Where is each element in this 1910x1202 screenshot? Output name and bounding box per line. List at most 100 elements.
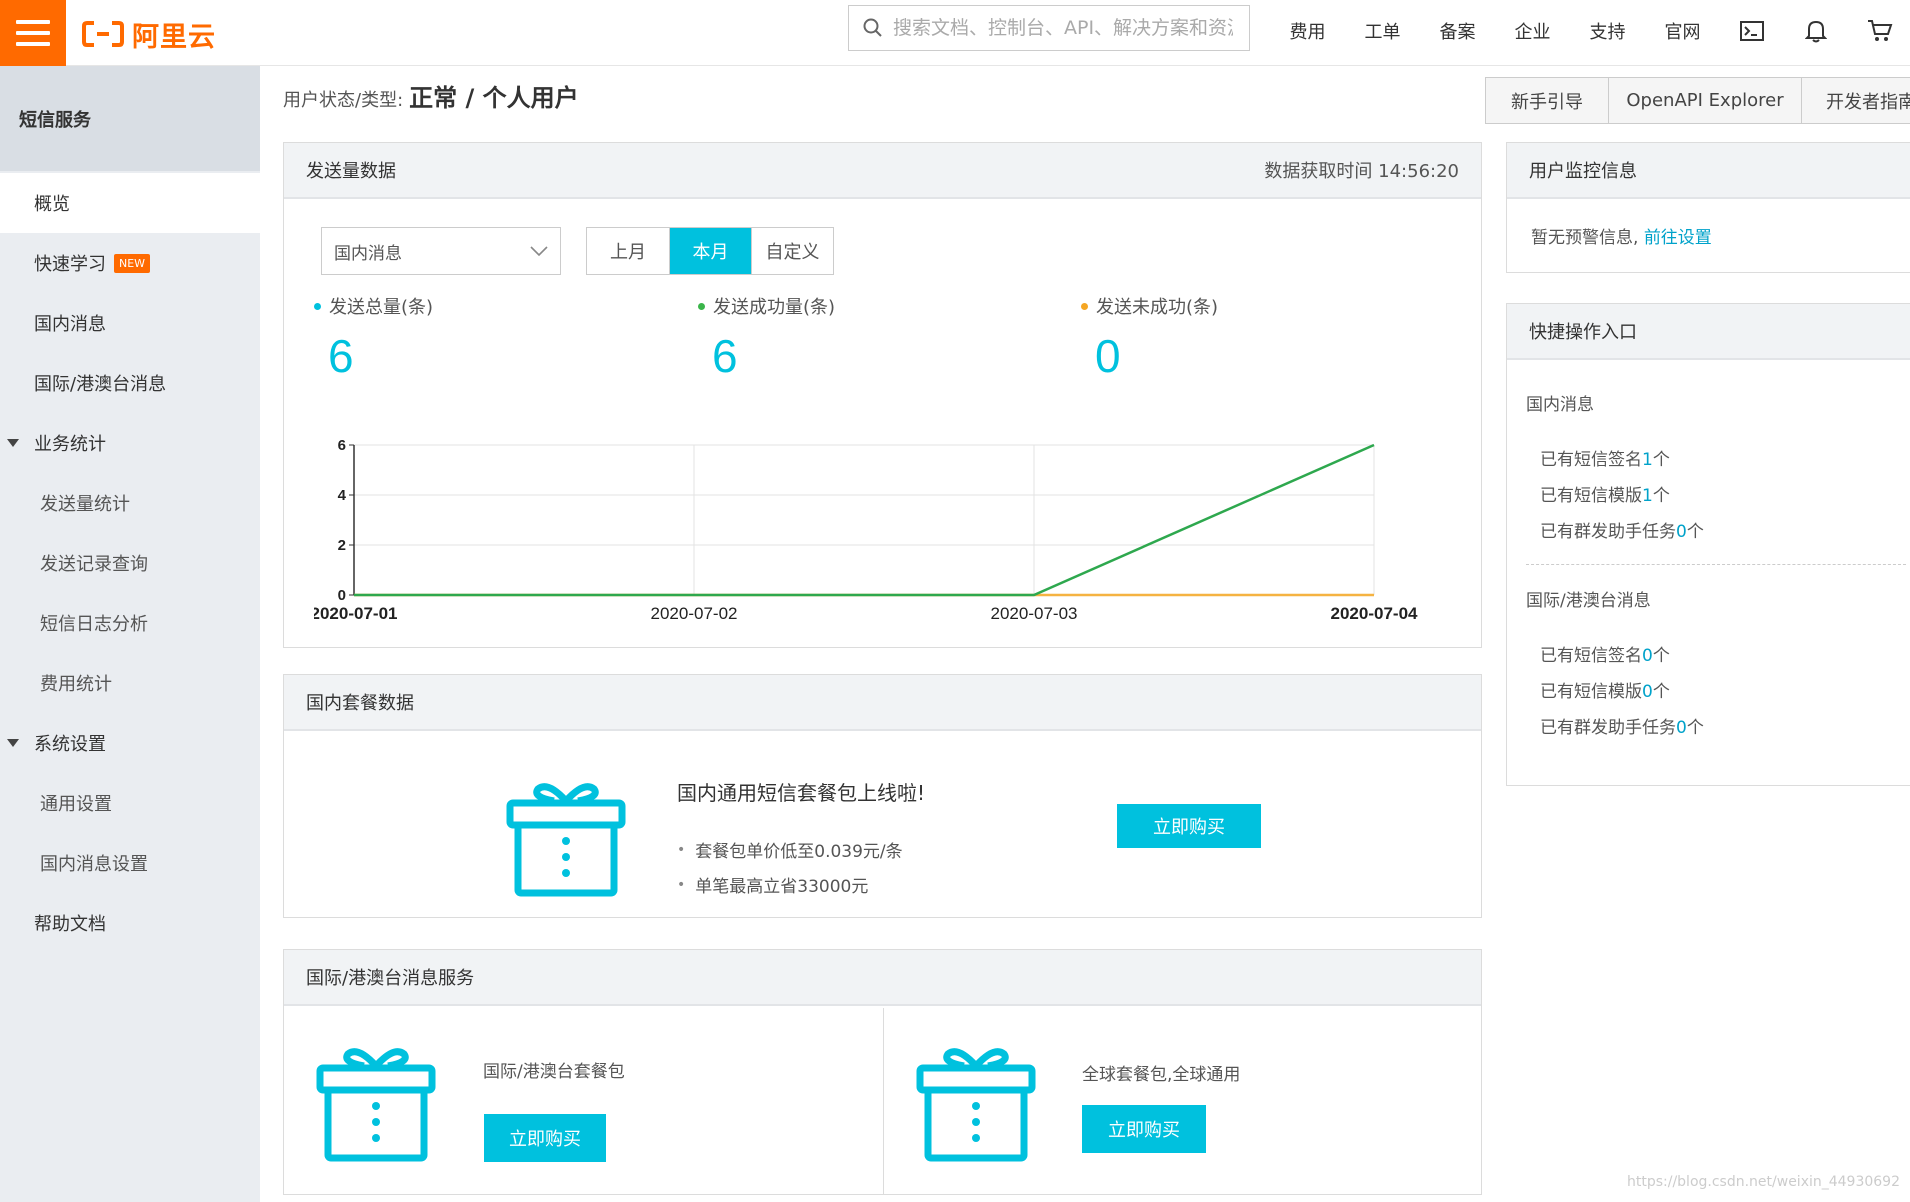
sidebar-group-settings[interactable]: 系统设置 <box>0 713 260 773</box>
goto-settings-link[interactable]: 前往设置 <box>1644 228 1712 248</box>
stat-success: 发送成功量(条) 6 <box>698 293 835 383</box>
nav-support[interactable]: 支持 <box>1570 18 1645 44</box>
y-tick-label: 4 <box>338 487 347 504</box>
new-badge: NEW <box>114 253 151 273</box>
logo[interactable]: 阿里云 <box>82 14 216 54</box>
search-icon <box>863 18 882 37</box>
sidebar-item-label: 通用设置 <box>40 794 112 815</box>
bell-icon[interactable] <box>1784 19 1848 43</box>
sidebar-item-overview[interactable]: 概览 <box>0 173 260 233</box>
sidebar-item-fee-stats[interactable]: 费用统计 <box>0 653 260 713</box>
y-tick-label: 2 <box>338 537 346 554</box>
card-divider <box>883 1008 884 1194</box>
sidebar-item-label: 发送记录查询 <box>40 554 148 575</box>
guide-buttons: 新手引导 OpenAPI Explorer 开发者指南 <box>1485 77 1910 124</box>
domestic-buy-button[interactable]: 立即购买 <box>1117 804 1261 848</box>
gift-icon <box>506 783 626 897</box>
send-volume-title: 发送量数据 <box>306 161 396 182</box>
segment-last-month[interactable]: 上月 <box>587 228 669 274</box>
quick-line-text: 已有群发助手任务 <box>1540 718 1676 738</box>
gift-icon <box>316 1048 436 1162</box>
monitor-text: 暂无预警信息, <box>1531 228 1639 248</box>
sidebar-item-label: 概览 <box>34 194 70 215</box>
x-tick-label: 2020-07-02 <box>651 604 738 623</box>
quick-line-count: 0 <box>1676 522 1687 542</box>
sidebar-item-help-docs[interactable]: 帮助文档 <box>0 893 260 953</box>
quick-intl-tasks[interactable]: 已有群发助手任务0个 <box>1540 713 1704 738</box>
international-service-title: 国际/港澳台消息服务 <box>306 968 475 989</box>
search-input[interactable] <box>893 17 1233 39</box>
legend-dot <box>1081 302 1088 310</box>
message-type-value: 国内消息 <box>334 243 402 264</box>
quick-line-text: 已有群发助手任务 <box>1540 522 1676 542</box>
nav-official-site[interactable]: 官网 <box>1645 18 1720 44</box>
nav-icp[interactable]: 备案 <box>1420 18 1495 44</box>
send-volume-panel: 发送量数据 数据获取时间 14:56:20 国内消息 上月 本月 自定义 发送总… <box>283 142 1482 648</box>
sidebar-item-label: 国内消息设置 <box>40 854 148 875</box>
gift-icon <box>916 1048 1036 1162</box>
monitor-text-row: 暂无预警信息, 前往设置 <box>1531 223 1712 248</box>
domestic-package-header: 国内套餐数据 <box>284 675 1481 731</box>
global-package-label: 全球套餐包,全球通用 <box>1082 1065 1241 1085</box>
sidebar-item-quick-learn[interactable]: 快速学习 NEW <box>0 233 260 293</box>
segment-custom[interactable]: 自定义 <box>751 228 833 274</box>
monitor-title: 用户监控信息 <box>1529 161 1637 182</box>
segment-this-month[interactable]: 本月 <box>669 228 751 274</box>
sidebar-item-domestic[interactable]: 国内消息 <box>0 293 260 353</box>
top-nav: 费用 工单 备案 企业 支持 官网 <box>1270 0 1910 62</box>
sidebar-item-domestic-settings[interactable]: 国内消息设置 <box>0 833 260 893</box>
nav-fees[interactable]: 费用 <box>1270 18 1345 44</box>
nav-enterprise[interactable]: 企业 <box>1495 18 1570 44</box>
sidebar-item-label: 业务统计 <box>34 434 106 455</box>
beginner-guide-button[interactable]: 新手引导 <box>1485 77 1609 124</box>
stat-failed-label: 发送未成功(条) <box>1096 297 1219 318</box>
sidebar-item-label: 帮助文档 <box>34 914 106 935</box>
sidebar-item-label: 费用统计 <box>40 674 112 695</box>
openapi-explorer-button[interactable]: OpenAPI Explorer <box>1608 77 1802 124</box>
global-buy-button[interactable]: 立即购买 <box>1082 1105 1206 1153</box>
period-segment: 上月 本月 自定义 <box>586 227 834 275</box>
sidebar-item-label: 系统设置 <box>34 734 106 755</box>
sidebar-item-international[interactable]: 国际/港澳台消息 <box>0 353 260 413</box>
quick-line-count: 0 <box>1642 682 1653 702</box>
terminal-icon[interactable] <box>1720 21 1784 41</box>
watermark: https://blog.csdn.net/weixin_44930692 <box>1626 1174 1900 1190</box>
message-type-select[interactable]: 国内消息 <box>321 227 561 275</box>
quick-divider <box>1526 564 1906 565</box>
quick-domestic-tasks[interactable]: 已有群发助手任务0个 <box>1540 517 1704 542</box>
sidebar-item-send-records[interactable]: 发送记录查询 <box>0 533 260 593</box>
user-status-label: 用户状态/类型: <box>283 90 404 111</box>
fetch-time: 数据获取时间 14:56:20 <box>1264 161 1459 182</box>
quick-domestic-templates[interactable]: 已有短信模版1个 <box>1540 481 1670 506</box>
quick-domestic-signatures[interactable]: 已有短信签名1个 <box>1540 445 1670 470</box>
sidebar-item-label: 国内消息 <box>34 314 106 335</box>
x-tick-label: 2020-07-03 <box>991 604 1078 623</box>
y-tick-label: 0 <box>338 587 346 604</box>
domestic-package-panel: 国内套餐数据 国内通用短信套餐包上线啦! 套餐包单价低至0.039元/条 单笔最… <box>283 674 1482 918</box>
menu-icon[interactable] <box>0 0 66 66</box>
stat-failed-value: 0 <box>1095 330 1121 382</box>
sidebar-item-label: 快速学习 <box>34 254 106 275</box>
quick-intl-templates[interactable]: 已有短信模版0个 <box>1540 677 1670 702</box>
sidebar-item-send-stats[interactable]: 发送量统计 <box>0 473 260 533</box>
quick-line-unit: 个 <box>1686 522 1704 542</box>
nav-tickets[interactable]: 工单 <box>1345 18 1420 44</box>
quick-line-text: 已有短信签名 <box>1540 646 1642 666</box>
domestic-package-title: 国内套餐数据 <box>306 693 414 714</box>
developer-guide-button[interactable]: 开发者指南 <box>1801 77 1910 124</box>
quick-intl-signatures[interactable]: 已有短信签名0个 <box>1540 641 1670 666</box>
quick-intl-title: 国际/港澳台消息 <box>1526 591 1651 611</box>
sidebar-item-general-settings[interactable]: 通用设置 <box>0 773 260 833</box>
quick-line-unit: 个 <box>1686 718 1704 738</box>
legend-dot <box>314 302 321 310</box>
user-status-value: 正常 / 个人用户 <box>409 84 579 112</box>
quick-line-text: 已有短信模版 <box>1540 486 1642 506</box>
sidebar-item-label: 发送量统计 <box>40 494 130 515</box>
search-box[interactable] <box>848 5 1250 51</box>
logo-text: 阿里云 <box>132 21 216 53</box>
cart-icon[interactable] <box>1848 19 1910 43</box>
promo-title: 国内通用短信套餐包上线啦! <box>677 781 926 805</box>
sidebar-item-log-analysis[interactable]: 短信日志分析 <box>0 593 260 653</box>
intl-buy-button[interactable]: 立即购买 <box>484 1114 606 1162</box>
sidebar-group-statistics[interactable]: 业务统计 <box>0 413 260 473</box>
